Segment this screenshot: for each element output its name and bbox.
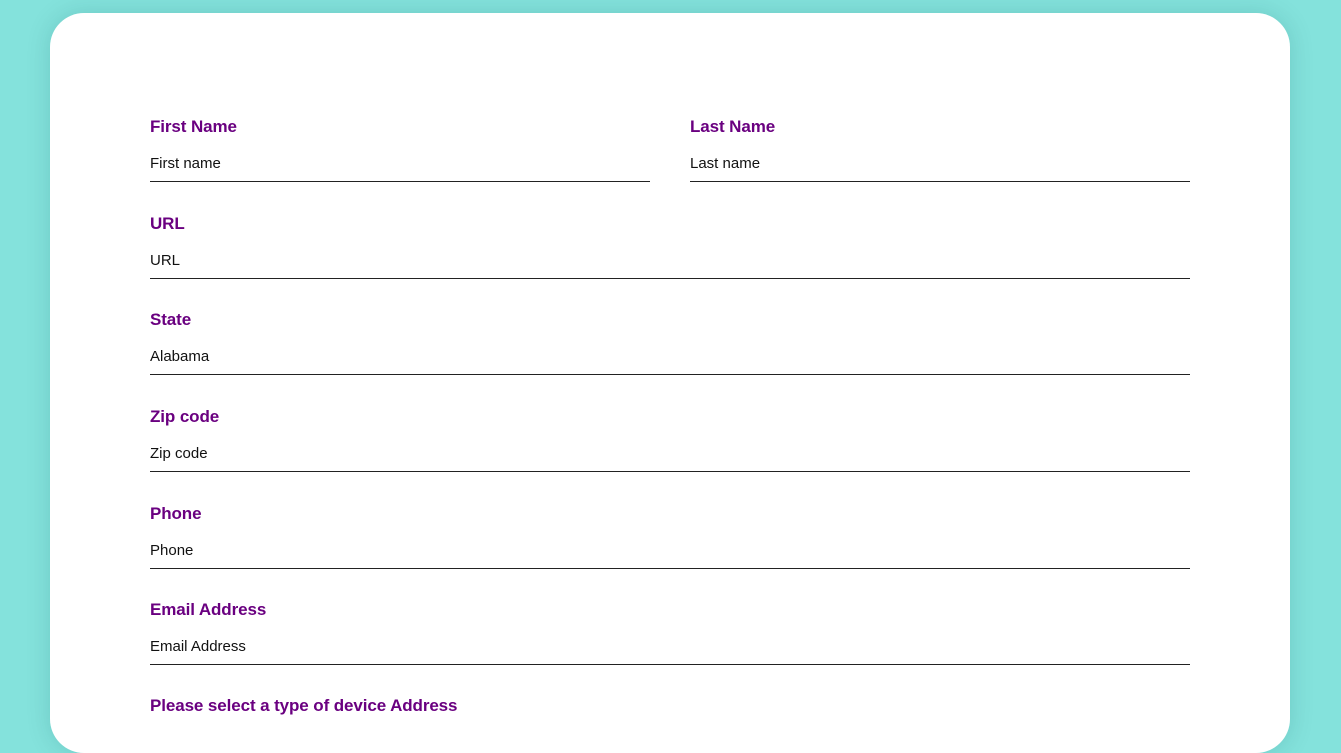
first-name-input[interactable] bbox=[150, 151, 650, 182]
last-name-label: Last Name bbox=[690, 117, 776, 136]
last-name-input[interactable] bbox=[690, 151, 1190, 182]
last-name-field: Last Name bbox=[690, 117, 1190, 182]
url-label: URL bbox=[150, 214, 185, 233]
first-name-label: First Name bbox=[150, 117, 237, 136]
state-field: State Alabama bbox=[150, 310, 1190, 375]
form-card: First Name Last Name URL State Alabama Z… bbox=[50, 13, 1290, 753]
phone-input[interactable] bbox=[150, 538, 1190, 569]
email-input[interactable] bbox=[150, 634, 1190, 665]
device-address-field: Please select a type of device Address bbox=[150, 696, 1190, 716]
first-name-field: First Name bbox=[150, 117, 650, 182]
zip-label: Zip code bbox=[150, 407, 220, 426]
device-address-label: Please select a type of device Address bbox=[150, 696, 458, 715]
phone-label: Phone bbox=[150, 504, 202, 523]
state-select[interactable]: Alabama bbox=[150, 344, 1190, 375]
phone-field: Phone bbox=[150, 504, 1190, 569]
email-field: Email Address bbox=[150, 600, 1190, 665]
zip-field: Zip code bbox=[150, 407, 1190, 472]
email-label: Email Address bbox=[150, 600, 267, 619]
zip-input[interactable] bbox=[150, 441, 1190, 472]
url-field: URL bbox=[150, 214, 1190, 279]
url-input[interactable] bbox=[150, 248, 1190, 279]
state-label: State bbox=[150, 310, 192, 329]
